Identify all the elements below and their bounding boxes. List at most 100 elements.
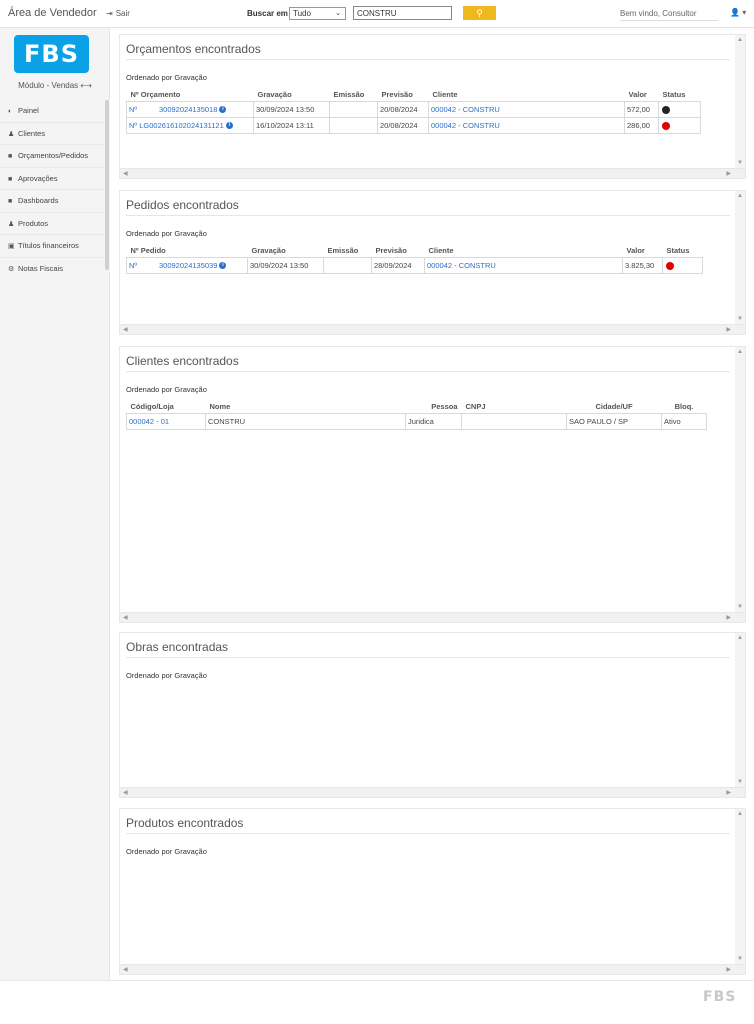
column-header[interactable]: Valor bbox=[625, 88, 659, 101]
column-header[interactable]: Previsão bbox=[378, 88, 429, 101]
scroll-down-icon: ▼ bbox=[737, 160, 743, 166]
search-input[interactable] bbox=[353, 6, 452, 20]
sidebar-item-clientes[interactable]: ♟ Clientes bbox=[0, 122, 110, 145]
bloq-cell: Ativo bbox=[661, 412, 707, 430]
orcamento-number-link[interactable]: Nº 30092024135018 i bbox=[126, 100, 254, 118]
gravacao-cell: 30/09/2024 13:50 bbox=[247, 256, 324, 274]
pedido-number-link[interactable]: Nº 30092024135039 i bbox=[126, 256, 248, 274]
pessoa-cell: Juridica bbox=[405, 412, 462, 430]
search-icon: ⚲ bbox=[476, 8, 483, 18]
column-header[interactable]: CNPJ bbox=[462, 400, 567, 413]
logout-icon: ⇥ bbox=[106, 9, 113, 18]
panel-title: Clientes encontrados bbox=[126, 354, 239, 368]
column-header[interactable]: Valor bbox=[623, 244, 663, 257]
cliente-code-link[interactable]: 000042 - 01 bbox=[126, 412, 206, 430]
folder-icon: ■ bbox=[8, 198, 13, 205]
sidebar-item-aprovacoes[interactable]: ■ Aprovações bbox=[0, 167, 110, 190]
table-row[interactable]: Nº 30092024135039 i 30/09/2024 13:50 28/09… bbox=[126, 256, 703, 274]
orcamentos-table: Nº Orçamento Gravação Emissão Previsão C… bbox=[126, 88, 701, 134]
folder-icon: ■ bbox=[8, 153, 13, 160]
column-header[interactable]: Gravação bbox=[254, 88, 330, 101]
logout-link[interactable]: ⇥ Sair bbox=[106, 9, 130, 18]
column-header[interactable]: Código/Loja bbox=[127, 400, 206, 413]
vertical-scrollbar[interactable]: ▲ ▼ bbox=[735, 35, 745, 168]
scroll-left-icon: ◀ bbox=[123, 967, 128, 973]
nome-cell: CONSTRU bbox=[205, 412, 406, 430]
status-cell bbox=[658, 116, 701, 134]
valor-cell: 572,00 bbox=[624, 100, 659, 118]
table-row[interactable]: 000042 - 01 CONSTRU Juridica SAO PAULO /… bbox=[126, 412, 707, 430]
horizontal-scrollbar[interactable]: ◀ ▶ bbox=[120, 612, 745, 622]
sidebar-item-produtos[interactable]: ♟ Produtos bbox=[0, 212, 110, 235]
vertical-scrollbar[interactable]: ▲ ▼ bbox=[735, 809, 745, 964]
top-bar: Área de Vendedor ⇥ Sair Buscar em Tudo ⌄ … bbox=[0, 0, 754, 28]
sidebar-item-dashboards[interactable]: ■ Dashboards bbox=[0, 190, 110, 213]
user-icon: 👤 bbox=[730, 8, 740, 17]
column-header[interactable]: Status bbox=[663, 244, 703, 257]
orcamento-number-link[interactable]: Nº LG002616102024131121 i bbox=[126, 116, 254, 134]
scroll-right-icon: ▶ bbox=[726, 615, 731, 621]
column-header[interactable]: Bloq. bbox=[662, 400, 707, 413]
vertical-scrollbar[interactable]: ▲ ▼ bbox=[735, 633, 745, 787]
users-icon: ♟ bbox=[8, 130, 15, 138]
gravacao-cell: 16/10/2024 13:11 bbox=[253, 116, 330, 134]
horizontal-scrollbar[interactable]: ◀ ▶ bbox=[120, 964, 745, 974]
sidebar-item-label: Títulos financeiros bbox=[18, 241, 79, 250]
panel-title: Produtos encontrados bbox=[126, 816, 244, 830]
column-header[interactable]: Emissão bbox=[324, 244, 372, 257]
sidebar-item-orcamentos-pedidos[interactable]: ■ Orçamentos/Pedidos bbox=[0, 145, 110, 168]
module-selector[interactable]: Módulo - Vendas ⟷ bbox=[0, 81, 110, 90]
sidebar-item-label: Aprovações bbox=[18, 173, 58, 183]
order-label: Ordenado por Gravação bbox=[126, 385, 207, 394]
arrows-icon: ⟷ bbox=[80, 81, 92, 90]
scroll-left-icon: ◀ bbox=[123, 171, 128, 177]
search-scope-value: Tudo bbox=[293, 9, 311, 18]
column-header[interactable]: Emissão bbox=[330, 88, 378, 101]
table-row[interactable]: Nº LG002616102024131121 i 16/10/2024 13:1… bbox=[126, 116, 701, 134]
scroll-right-icon: ▶ bbox=[726, 171, 731, 177]
vertical-scrollbar[interactable]: ▲ ▼ bbox=[735, 191, 745, 324]
column-header[interactable]: Status bbox=[659, 88, 701, 101]
horizontal-scrollbar[interactable]: ◀ ▶ bbox=[120, 787, 745, 797]
cliente-link[interactable]: 000042 - CONSTRU bbox=[428, 116, 625, 134]
cnpj-cell bbox=[461, 412, 567, 430]
gear-icon: ⚙ bbox=[8, 265, 15, 273]
table-row[interactable]: Nº 30092024135018 i 30/09/2024 13:50 20/08… bbox=[126, 100, 701, 118]
user-menu[interactable]: 👤 ▾ bbox=[730, 8, 746, 17]
scroll-down-icon: ▼ bbox=[737, 604, 743, 610]
sidebar-item-titulos[interactable]: ▣ Títulos financeiros bbox=[0, 235, 110, 258]
status-dot-icon bbox=[662, 105, 670, 114]
search-scope-select[interactable]: Tudo ⌄ bbox=[289, 7, 346, 20]
column-header[interactable]: Cliente bbox=[429, 88, 625, 101]
cliente-link[interactable]: 000042 - CONSTRU bbox=[424, 256, 623, 274]
sidebar-item-notas-fiscais[interactable]: ⚙ Notas Fiscais bbox=[0, 257, 110, 273]
column-header[interactable]: Nº Orçamento bbox=[127, 88, 254, 101]
sidebar-item-painel[interactable]: ◐ Painel bbox=[0, 100, 110, 123]
obras-panel: Obras encontradas Ordenado por Gravação … bbox=[119, 632, 746, 798]
info-icon[interactable]: i bbox=[225, 122, 233, 130]
order-label: Ordenado por Gravação bbox=[126, 847, 207, 856]
column-header[interactable]: Cidade/UF bbox=[567, 400, 662, 413]
scroll-down-icon: ▼ bbox=[737, 316, 743, 322]
column-header[interactable]: Cliente bbox=[425, 244, 623, 257]
column-header[interactable]: Gravação bbox=[248, 244, 324, 257]
horizontal-scrollbar[interactable]: ◀ ▶ bbox=[120, 168, 745, 178]
welcome-text: Bem vindo, Consultor bbox=[620, 9, 718, 21]
valor-cell: 3.825,30 bbox=[622, 256, 663, 274]
column-header[interactable]: Nº Pedido bbox=[127, 244, 248, 257]
cliente-link[interactable]: 000042 - CONSTRU bbox=[428, 100, 625, 118]
column-header[interactable]: Nome bbox=[206, 400, 406, 413]
info-icon[interactable]: i bbox=[219, 106, 227, 114]
search-button[interactable]: ⚲ bbox=[463, 6, 496, 20]
vertical-scrollbar[interactable]: ▲ ▼ bbox=[735, 347, 745, 612]
scroll-right-icon: ▶ bbox=[726, 790, 731, 796]
sidebar-scrollbar[interactable] bbox=[105, 100, 109, 270]
pedidos-table: Nº Pedido Gravação Emissão Previsão Clie… bbox=[126, 244, 703, 274]
search-label: Buscar em bbox=[247, 9, 288, 18]
users-icon: ♟ bbox=[8, 220, 15, 228]
info-icon[interactable]: i bbox=[219, 262, 227, 270]
sidebar-item-label: Notas Fiscais bbox=[18, 263, 64, 273]
column-header[interactable]: Previsão bbox=[372, 244, 425, 257]
horizontal-scrollbar[interactable]: ◀ ▶ bbox=[120, 324, 745, 334]
column-header[interactable]: Pessoa bbox=[406, 400, 462, 413]
